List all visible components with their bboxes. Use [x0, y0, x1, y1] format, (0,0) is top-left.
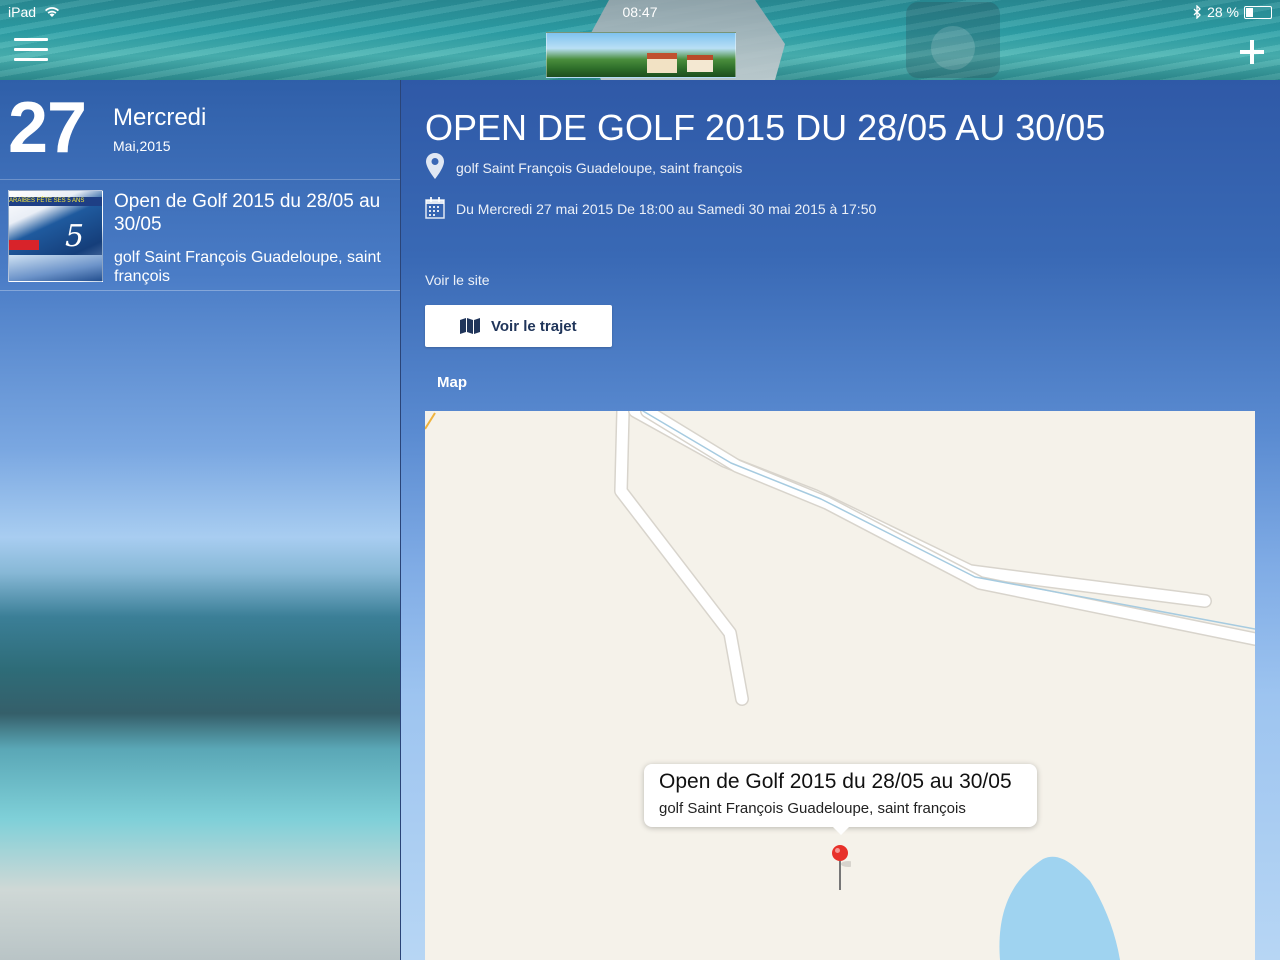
month-year-label: Mai,2015 — [113, 138, 171, 154]
event-date-range: Du Mercredi 27 mai 2015 De 18:00 au Same… — [456, 201, 877, 217]
callout-subtitle: golf Saint François Guadeloupe, saint fr… — [659, 800, 966, 817]
website-link[interactable]: Voir le site — [425, 272, 490, 288]
weekday-label: Mercredi — [113, 104, 207, 131]
event-location: golf Saint François Guadeloupe, saint fr… — [456, 160, 743, 176]
route-button-label: Voir le trajet — [491, 318, 577, 335]
hamburger-menu-icon[interactable] — [14, 38, 48, 64]
route-button[interactable]: Voir le trajet — [425, 305, 612, 347]
plus-icon[interactable] — [1236, 36, 1268, 68]
callout-title: Open de Golf 2015 du 28/05 au 30/05 — [659, 770, 1012, 793]
app-logo-image — [546, 32, 736, 78]
map-section-label: Map — [437, 374, 467, 391]
event-place: golf Saint François Guadeloupe, saint fr… — [114, 249, 381, 285]
event-detail-title: OPEN DE GOLF 2015 DU 28/05 AU 30/05 — [425, 107, 1106, 148]
bluetooth-icon — [1193, 5, 1201, 19]
map-callout[interactable]: Open de Golf 2015 du 28/05 au 30/05 golf… — [644, 764, 1037, 835]
map-icon — [460, 318, 480, 334]
event-list-item[interactable]: ARAÏBES FÊTE SES 5 ANS 5 Open de Golf 20… — [0, 180, 400, 291]
status-time: 08:47 — [622, 4, 658, 20]
battery-icon — [1244, 5, 1272, 19]
map-pin-icon[interactable] — [831, 844, 851, 892]
battery-percent: 28 % — [1207, 4, 1239, 20]
calendar-icon — [425, 197, 445, 219]
event-thumbnail: ARAÏBES FÊTE SES 5 ANS 5 — [8, 190, 103, 282]
status-battery: 28 % — [1192, 4, 1272, 20]
panel-divider — [400, 80, 401, 960]
day-number: 27 — [8, 88, 87, 168]
event-title: Open de Golf 2015 du 28/05 au 30/05 — [114, 191, 381, 235]
location-pin-icon — [426, 153, 444, 179]
